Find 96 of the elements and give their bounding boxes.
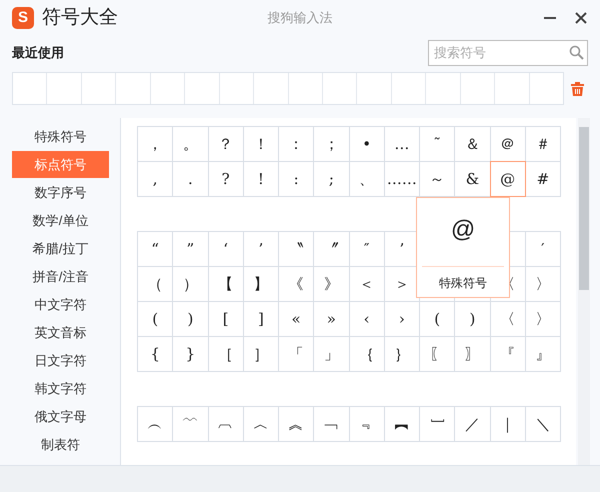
symbol-cell[interactable]: ／ bbox=[455, 407, 490, 442]
symbol-cell[interactable]: ＃ bbox=[526, 127, 561, 162]
symbol-cell[interactable]: 〝 bbox=[279, 232, 314, 267]
symbol-cell[interactable]: : bbox=[279, 162, 314, 197]
category-tab[interactable]: 数字序号 bbox=[12, 179, 109, 206]
category-tab[interactable]: 制表符 bbox=[12, 431, 109, 458]
symbol-cell[interactable]: 〈 bbox=[490, 302, 526, 337]
category-tab[interactable]: 中文字符 bbox=[12, 291, 109, 318]
symbol-cell[interactable]: ； bbox=[314, 127, 350, 162]
symbol-cell[interactable]: 〉 bbox=[526, 267, 561, 302]
symbol-cell[interactable]: ｜ bbox=[490, 407, 526, 442]
symbol-cell[interactable]: 》 bbox=[314, 267, 350, 302]
category-tab[interactable]: 拼音/注音 bbox=[12, 263, 109, 290]
symbol-cell[interactable]: ﹃ bbox=[350, 407, 385, 442]
symbol-cell[interactable]: 『 bbox=[490, 337, 526, 372]
symbol-cell[interactable]: 、 bbox=[350, 162, 385, 197]
symbol-cell[interactable]: ] bbox=[244, 302, 279, 337]
symbol-cell[interactable]: ″ bbox=[350, 232, 385, 267]
symbol-cell[interactable]: [ bbox=[208, 302, 244, 337]
symbol-cell[interactable]: ） bbox=[173, 267, 208, 302]
symbol-cell[interactable]: ) bbox=[173, 302, 208, 337]
symbol-cell[interactable]: 】 bbox=[244, 267, 279, 302]
symbol-cell[interactable]: } bbox=[173, 337, 208, 372]
symbol-cell[interactable]: ＜ bbox=[350, 267, 385, 302]
symbol-cell[interactable]: # bbox=[526, 162, 561, 197]
symbol-cell[interactable]: » bbox=[314, 302, 350, 337]
category-tab[interactable]: 俄文字母 bbox=[12, 403, 109, 430]
symbol-cell[interactable]: ＆ bbox=[455, 127, 490, 162]
category-tab[interactable]: 希腊/拉丁 bbox=[12, 235, 109, 262]
symbol-cell[interactable]: ﹁ bbox=[314, 407, 350, 442]
symbol-cell[interactable]: 【 bbox=[208, 267, 244, 302]
search-field[interactable]: 搜索符号 bbox=[428, 40, 588, 66]
symbol-cell[interactable]: { bbox=[138, 337, 174, 372]
symbol-cell[interactable]: ｛ bbox=[350, 337, 385, 372]
symbol-cell[interactable]: …… bbox=[384, 162, 420, 197]
symbol-cell[interactable]: 〗 bbox=[455, 337, 490, 372]
symbol-cell[interactable]: 「 bbox=[279, 337, 314, 372]
symbol-cell[interactable]: ) bbox=[455, 302, 490, 337]
symbol-cell[interactable]: ［ bbox=[208, 337, 244, 372]
logo-icon: S bbox=[12, 7, 34, 29]
trash-icon[interactable] bbox=[571, 81, 584, 96]
symbol-cell[interactable]: ‹ bbox=[350, 302, 385, 337]
category-tab[interactable]: 日文字符 bbox=[12, 347, 109, 374]
symbol-cell[interactable]: ＼ bbox=[526, 407, 561, 442]
symbol-cell[interactable]: ′ bbox=[526, 232, 561, 267]
symbol-cell[interactable]: 」 bbox=[314, 337, 350, 372]
symbol-cell[interactable]: 。 bbox=[173, 127, 208, 162]
preview-symbol: @ bbox=[450, 215, 476, 245]
symbol-cell[interactable]: 』 bbox=[526, 337, 561, 372]
symbol-cell[interactable]: @ bbox=[490, 161, 526, 197]
symbol-cell[interactable]: 《 bbox=[279, 267, 314, 302]
symbol-cell[interactable]: ; bbox=[314, 162, 350, 197]
app-name: 搜狗输入法 bbox=[268, 9, 332, 28]
symbol-cell[interactable]: ! bbox=[244, 162, 279, 197]
symbol-cell[interactable]: ︻ bbox=[384, 407, 420, 442]
close-icon[interactable] bbox=[574, 11, 588, 25]
symbol-cell[interactable]: ＠ bbox=[490, 127, 526, 162]
symbol-cell[interactable]: ︽ bbox=[279, 407, 314, 442]
symbol-cell[interactable]: 〖 bbox=[420, 337, 456, 372]
symbol-cell[interactable]: ? bbox=[208, 162, 244, 197]
symbol-cell[interactable]: • bbox=[350, 127, 385, 162]
symbol-cell[interactable]: ’ bbox=[244, 232, 279, 267]
symbol-cell[interactable]: ( bbox=[420, 302, 456, 337]
symbol-cell[interactable]: . bbox=[173, 162, 208, 197]
symbol-cell[interactable]: ］ bbox=[244, 337, 279, 372]
category-tab[interactable]: 数学/单位 bbox=[12, 207, 109, 234]
symbol-cell[interactable]: 〞 bbox=[314, 232, 350, 267]
symbol-cell[interactable]: ” bbox=[173, 232, 208, 267]
symbol-cell[interactable]: 〉 bbox=[526, 302, 561, 337]
symbol-cell[interactable]: ( bbox=[138, 302, 174, 337]
symbol-cell[interactable]: ： bbox=[279, 127, 314, 162]
category-tab[interactable]: 韩文字符 bbox=[12, 375, 109, 402]
symbol-cell[interactable]: … bbox=[384, 127, 420, 162]
symbol-cell[interactable]: “ bbox=[138, 232, 174, 267]
window-title: 符号大全 bbox=[42, 6, 118, 30]
symbol-cell[interactable]: « bbox=[279, 302, 314, 337]
category-tab[interactable]: 英文音标 bbox=[12, 319, 109, 346]
symbol-cell[interactable]: ？ bbox=[208, 127, 244, 162]
scrollbar-thumb[interactable] bbox=[579, 127, 589, 290]
category-tab[interactable]: 特殊符号 bbox=[12, 123, 109, 150]
symbol-cell[interactable]: ︹ bbox=[208, 407, 244, 442]
symbol-cell[interactable]: ‘ bbox=[208, 232, 244, 267]
symbol-cell[interactable]: ˜ bbox=[420, 127, 456, 162]
symbol-cell[interactable]: ， bbox=[138, 127, 174, 162]
symbol-cell[interactable]: （ bbox=[138, 267, 174, 302]
symbol-cell[interactable]: , bbox=[138, 162, 174, 197]
symbol-cell[interactable]: ｝ bbox=[384, 337, 420, 372]
symbol-cell[interactable]: ﹋ bbox=[173, 407, 208, 442]
symbol-cell[interactable]: ﹇ bbox=[420, 407, 456, 442]
search-icon[interactable] bbox=[569, 44, 584, 60]
symbol-cell[interactable]: › bbox=[384, 302, 420, 337]
symbol-cell[interactable]: ！ bbox=[244, 127, 279, 162]
section-title: 最近使用 bbox=[12, 44, 64, 62]
symbol-cell[interactable]: ︵ bbox=[138, 407, 174, 442]
symbol-cell[interactable]: ︿ bbox=[244, 407, 279, 442]
preview-category: 特殊符号 bbox=[439, 275, 487, 292]
